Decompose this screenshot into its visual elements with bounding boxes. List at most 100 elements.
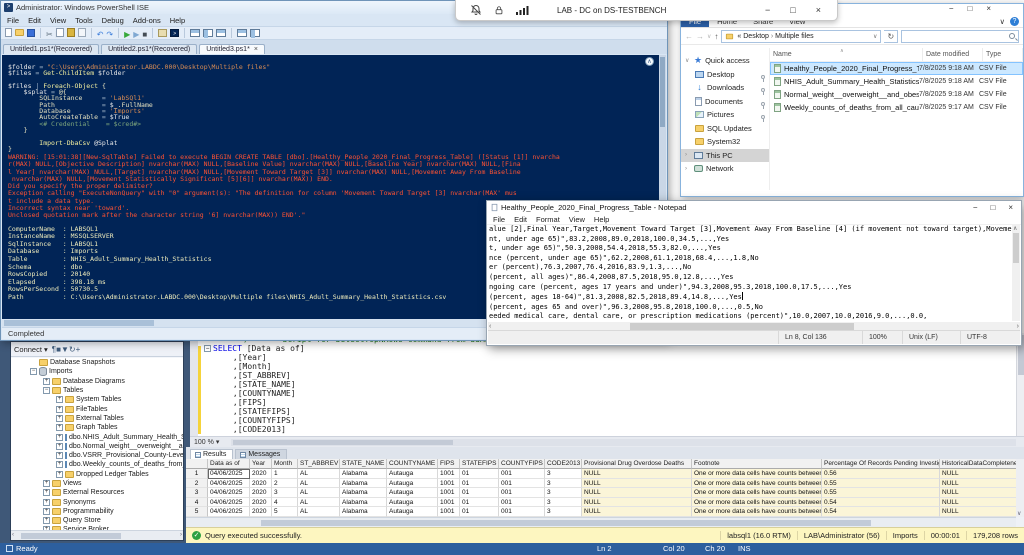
file-row[interactable]: Weekly_counts_of_deaths_from_all_caus...…: [770, 101, 1023, 114]
script-pane-top-icon[interactable]: [190, 24, 200, 42]
zoom-level[interactable]: 100 % ▾: [190, 438, 223, 446]
scrollbar-thumb[interactable]: [4, 320, 154, 326]
grid-cell[interactable]: 2020: [250, 507, 272, 517]
grid-cell[interactable]: AL: [298, 498, 340, 508]
expand-icon[interactable]: +: [56, 434, 63, 441]
redo-icon[interactable]: ↷: [106, 24, 113, 42]
grid-column-header[interactable]: COUNTYNAME: [387, 459, 438, 469]
new-remote-powershell-tab-icon[interactable]: [158, 24, 167, 42]
grid-cell[interactable]: 001: [499, 507, 545, 517]
sidebar-item-this-pc[interactable]: ›This PC: [681, 149, 769, 163]
grid-cell[interactable]: 2020: [250, 479, 272, 489]
grid-cell[interactable]: Alabama: [340, 479, 387, 489]
menu-help[interactable]: Help: [594, 215, 609, 224]
notepad-titlebar[interactable]: Healthy_People_2020_Final_Progress_Table…: [487, 201, 1021, 214]
breadcrumb[interactable]: « Desktop › Multiple files: [737, 33, 813, 40]
expand-icon[interactable]: −: [43, 387, 50, 394]
address-bar[interactable]: « Desktop › Multiple files ∨: [721, 30, 881, 43]
grid-cell[interactable]: 5: [186, 507, 208, 517]
chevron-icon[interactable]: ›: [685, 166, 691, 172]
grid-vscrollbar[interactable]: ∨: [1016, 459, 1024, 517]
expand-icon[interactable]: +: [56, 406, 63, 413]
run-script-icon[interactable]: ▶: [124, 24, 130, 42]
close-button[interactable]: ×: [986, 4, 991, 13]
grid-cell[interactable]: 01: [460, 479, 499, 489]
sidebar-item-downloads[interactable]: ↓Downloads: [681, 81, 769, 95]
maximize-button[interactable]: □: [990, 203, 995, 212]
open-script-icon[interactable]: [15, 24, 24, 42]
refresh-icon[interactable]: ↻: [69, 345, 76, 354]
grid-cell[interactable]: 3: [545, 498, 582, 508]
tree-item[interactable]: +Synonyms: [11, 497, 183, 506]
grid-row[interactable]: 304/06/202520203ALAlabamaAutauga10010100…: [186, 488, 1016, 498]
expand-icon[interactable]: +: [43, 378, 50, 385]
tree-item[interactable]: Database Snapshots: [11, 358, 183, 367]
grid-cell[interactable]: 0.54: [822, 498, 940, 508]
close-button[interactable]: ×: [816, 5, 821, 15]
scrollbar-thumb[interactable]: [660, 57, 665, 127]
expand-ribbon-icon[interactable]: ∨: [1000, 17, 1006, 26]
expand-icon[interactable]: +: [43, 480, 50, 487]
stop-operation-icon[interactable]: ■: [142, 24, 147, 42]
minimize-button[interactable]: −: [973, 203, 978, 212]
grid-cell[interactable]: 01: [460, 469, 499, 479]
grid-cell[interactable]: 04/06/2025: [208, 469, 250, 479]
grid-hscrollbar[interactable]: [186, 517, 1016, 527]
grid-column-header[interactable]: Percentage Of Records Pending Investigat…: [822, 459, 940, 469]
grid-cell[interactable]: 3: [272, 488, 298, 498]
chevron-icon[interactable]: ∨: [685, 57, 691, 64]
grid-cell[interactable]: AL: [298, 479, 340, 489]
grid-cell[interactable]: 1: [272, 469, 298, 479]
menu-file[interactable]: File: [493, 215, 505, 224]
grid-cell[interactable]: NULL: [582, 507, 692, 517]
sidebar-item-system32[interactable]: System32: [681, 135, 769, 149]
grid-cell[interactable]: 04/06/2025: [208, 488, 250, 498]
grid-cell[interactable]: Autauga: [387, 488, 438, 498]
chevron-icon[interactable]: ›: [685, 152, 691, 158]
search-input[interactable]: [901, 30, 1019, 43]
menu-view[interactable]: View: [569, 215, 585, 224]
scrollbar-thumb[interactable]: [233, 440, 453, 445]
back-icon[interactable]: ←: [685, 32, 693, 41]
grid-cell[interactable]: 04/06/2025: [208, 479, 250, 489]
notepad-text-area[interactable]: alue [2],Final Year,Target,Movement Towa…: [489, 225, 1012, 321]
grid-column-header[interactable]: STATEFIPS: [460, 459, 499, 469]
scroll-down-icon[interactable]: ∨: [1017, 510, 1021, 517]
column-header-name[interactable]: Name: [770, 48, 923, 61]
close-button[interactable]: ×: [1008, 203, 1013, 212]
scroll-left-icon[interactable]: ‹: [12, 531, 14, 540]
grid-cell[interactable]: 5: [272, 507, 298, 517]
tree-item[interactable]: −Imports: [11, 367, 183, 376]
breadcrumb-item[interactable]: Desktop: [743, 33, 769, 40]
script-pane-right-icon[interactable]: [203, 24, 213, 42]
sidebar-item-desktop[interactable]: Desktop: [681, 68, 769, 82]
expand-icon[interactable]: +: [43, 499, 50, 506]
grid-cell[interactable]: 0.56: [822, 469, 940, 479]
grid-cell[interactable]: 1001: [438, 507, 460, 517]
new-query-icon[interactable]: +: [76, 345, 81, 354]
scrollbar-thumb[interactable]: [21, 533, 121, 539]
sidebar-item-documents[interactable]: Documents: [681, 95, 769, 109]
tree-item[interactable]: +Graph Tables: [11, 423, 183, 432]
undo-icon[interactable]: ↶: [97, 24, 104, 42]
grid-cell[interactable]: 01: [460, 498, 499, 508]
grid-cell[interactable]: NULL: [940, 507, 1016, 517]
grid-cell[interactable]: 3: [545, 469, 582, 479]
grid-row[interactable]: 104/06/202520201ALAlabamaAutauga10010100…: [186, 469, 1016, 479]
grid-column-header[interactable]: Provisional Drug Overdose Deaths: [582, 459, 692, 469]
grid-cell[interactable]: 1001: [438, 469, 460, 479]
grid-cell[interactable]: 1001: [438, 498, 460, 508]
maximize-button[interactable]: □: [967, 4, 972, 13]
grid-cell[interactable]: 3: [186, 488, 208, 498]
expand-icon[interactable]: +: [43, 508, 50, 515]
tab-messages[interactable]: Messages: [235, 449, 287, 459]
tree-item[interactable]: −Tables: [11, 386, 183, 395]
scroll-up-icon[interactable]: ∧: [1013, 225, 1017, 232]
show-script-pane-icon[interactable]: [237, 24, 247, 42]
grid-cell[interactable]: One or more data cells have counts betwe…: [692, 479, 822, 489]
grid-cell[interactable]: 1001: [438, 488, 460, 498]
grid-cell[interactable]: 3: [545, 479, 582, 489]
expand-icon[interactable]: +: [56, 443, 63, 450]
cut-icon[interactable]: ✂: [46, 24, 53, 42]
grid-column-header[interactable]: [186, 459, 208, 469]
